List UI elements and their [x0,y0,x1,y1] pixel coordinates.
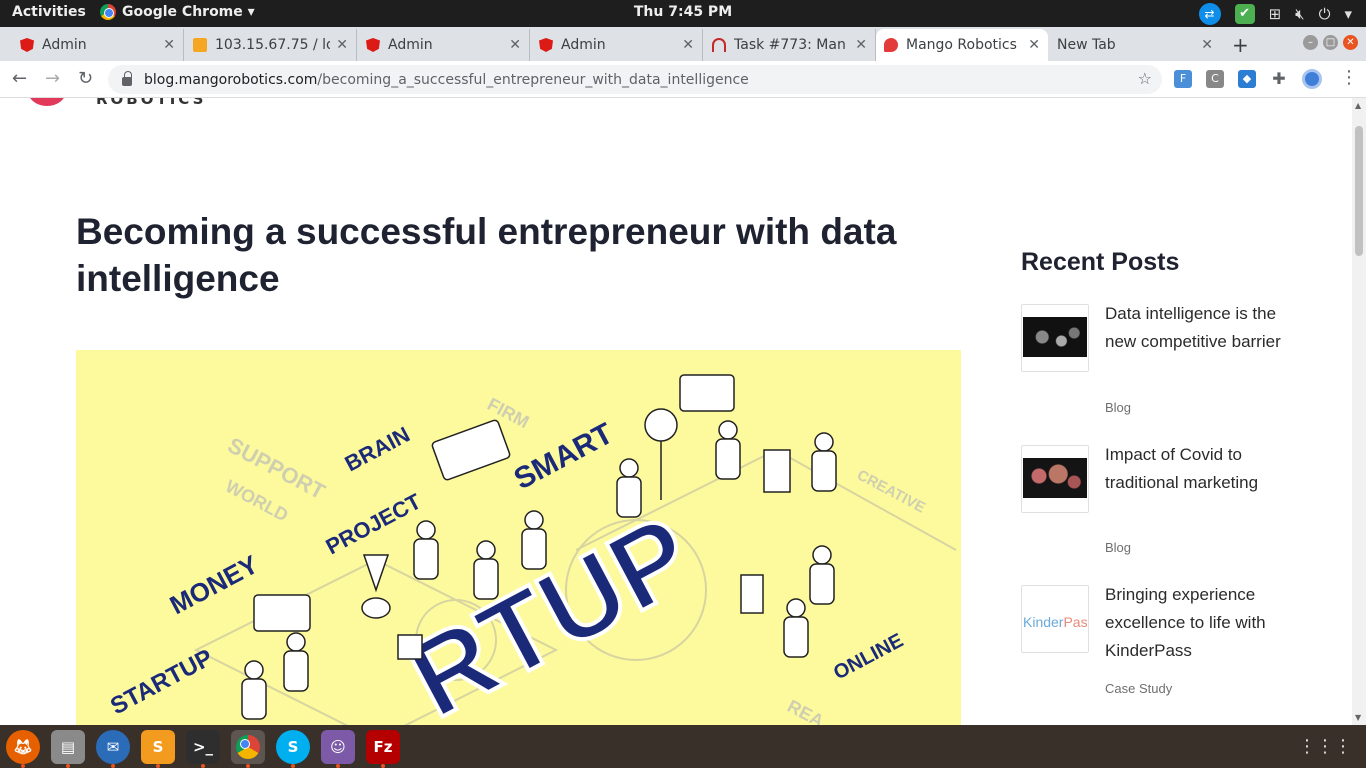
tab-admin-1[interactable]: Admin ✕ [12,29,184,61]
gnome-top-bar: Activities Google Chrome ▾ Thu 7:45 PM ⇄… [0,0,1366,27]
close-icon[interactable]: ✕ [682,37,694,53]
chevron-down-icon[interactable]: ▾ [1344,5,1352,23]
scroll-down-icon[interactable]: ▼ [1355,713,1361,722]
post-category[interactable]: Blog [1105,400,1131,415]
hero-word-rea: REA [784,696,827,725]
forward-icon[interactable]: → [45,68,60,89]
tab-title: Admin [388,37,433,53]
post-category[interactable]: Blog [1105,540,1131,555]
startup-illustration: SUPPORT WORLD BRAIN FIRM SMART PROJECT M… [106,374,957,725]
url-path: /becoming_a_successful_entrepreneur_with… [317,71,749,88]
extension-icon[interactable]: C [1206,70,1224,88]
sublime-text-icon[interactable]: S [141,729,175,768]
tab-mango-robotics[interactable]: Mango Robotics ✕ [876,29,1048,61]
close-icon[interactable]: ✕ [163,37,175,53]
angular-icon [539,38,553,52]
hero-word-project: PROJECT [322,488,426,559]
clock[interactable]: Thu 7:45 PM [0,4,1366,20]
tab-title: Mango Robotics [906,37,1017,53]
tab-admin-3[interactable]: Admin ✕ [531,29,703,61]
pidgin-icon[interactable]: ☺ [321,729,355,768]
tab-title: New Tab [1057,37,1116,53]
scrollbar-thumb[interactable] [1355,126,1363,256]
browser-toolbar: ← → ↻ blog.mangorobotics.com/becoming_a_… [0,61,1366,98]
tab-new-tab[interactable]: New Tab ✕ [1049,29,1221,61]
tab-title: Admin [561,37,606,53]
kinderpass-logo: KinderPass [1023,598,1088,638]
tab-admin-2[interactable]: Admin ✕ [358,29,530,61]
tab-title: Task #773: Man [734,37,846,53]
tab-title: Admin [42,37,87,53]
terminal-icon[interactable]: >_ [186,729,220,768]
maximize-icon[interactable]: □ [1323,35,1338,50]
power-icon[interactable]: ⏻ [1319,5,1331,23]
post-title: Becoming a successful entrepreneur with … [76,211,897,299]
skype-icon[interactable]: S [276,729,310,768]
hero-image: SUPPORT WORLD BRAIN FIRM SMART PROJECT M… [76,350,961,725]
extensions-puzzle-icon[interactable]: ✚ [1270,70,1288,88]
hero-word-startup: STARTUP [106,644,217,720]
reload-icon[interactable]: ↻ [78,68,93,89]
scroll-up-icon[interactable]: ▲ [1355,101,1361,110]
recent-post-link[interactable]: Data intelligence is the new competitive… [1105,300,1285,356]
system-tray[interactable]: ⇄ ✔ ⊞ 🔇︎ ⏻ ▾ [1198,3,1352,25]
post-thumbnail[interactable] [1021,304,1089,372]
angular-icon [20,38,34,52]
url-domain: blog.mangorobotics.com [144,71,318,88]
mango-icon [884,38,898,52]
close-icon[interactable]: ✕ [1201,37,1213,53]
tab-task[interactable]: Task #773: Man ✕ [704,29,876,61]
tab-title: 103.15.67.75 / lo [215,37,331,53]
thunderbird-icon[interactable]: ✉ [96,729,130,768]
network-icon[interactable]: ⊞ [1269,5,1282,23]
hero-word-rtup: RTUP [390,492,712,725]
close-icon[interactable]: ✕ [1028,37,1040,53]
hero-word-online: ONLINE [830,630,907,685]
site-logo-text: ROBOTICS [96,98,207,108]
page-scrollbar[interactable]: ▲ ▼ [1352,98,1366,725]
bookmark-star-icon[interactable]: ☆ [1138,69,1152,88]
ubuntu-dock: 🦊︎ ▤ ✉ S >_ S ☺ Fz ⋮⋮⋮ [0,725,1366,768]
teamviewer-icon[interactable]: ⇄ [1198,3,1221,25]
extension-icon[interactable]: F [1174,70,1192,88]
recent-posts-heading: Recent Posts [1021,248,1180,276]
profile-avatar[interactable] [1302,69,1322,89]
task-icon [712,38,726,52]
minimize-icon[interactable]: – [1303,35,1318,50]
lock-icon[interactable] [122,71,132,86]
firefox-icon[interactable]: 🦊︎ [6,729,40,768]
window-controls: – □ ✕ [1303,35,1358,50]
close-icon[interactable]: ✕ [509,37,521,53]
tab-strip: Admin ✕ 103.15.67.75 / lo ✕ Admin ✕ Admi… [0,27,1366,61]
site-logo[interactable] [28,98,66,106]
back-icon[interactable]: ← [12,68,27,89]
address-bar[interactable]: blog.mangorobotics.com/becoming_a_succes… [108,65,1162,94]
filezilla-icon[interactable]: Fz [366,729,400,768]
chrome-icon[interactable] [231,729,265,768]
hero-word-brain: BRAIN [341,422,414,477]
angular-icon [366,38,380,52]
recent-post-link[interactable]: Bringing experience excellence to life w… [1105,581,1285,665]
files-icon[interactable]: ▤ [51,729,85,768]
close-icon[interactable]: ✕ [336,37,348,53]
page-content: ROBOTICS Becoming a successful entrepren… [0,98,1352,725]
close-window-icon[interactable]: ✕ [1343,35,1358,50]
hero-word-creative: CREATIVE [854,467,928,517]
more-menu-icon[interactable]: ⋮ [1340,67,1358,88]
post-thumbnail[interactable]: KinderPass [1021,585,1089,653]
new-tab-button[interactable]: + [1232,33,1249,57]
recent-post-link[interactable]: Impact of Covid to traditional marketing [1105,441,1285,497]
show-applications-icon[interactable]: ⋮⋮⋮ [1298,736,1352,757]
tab-phpmyadmin[interactable]: 103.15.67.75 / lo ✕ [185,29,357,61]
hero-word-smart: SMART [509,417,619,496]
close-icon[interactable]: ✕ [855,37,867,53]
security-check-icon[interactable]: ✔ [1234,4,1255,24]
hero-word-money: MONEY [165,549,263,620]
extension-icon[interactable]: ◆ [1238,70,1256,88]
phpmyadmin-icon [193,38,207,52]
post-thumbnail[interactable] [1021,445,1089,513]
volume-mute-icon[interactable]: 🔇︎ [1295,5,1304,23]
post-category[interactable]: Case Study [1105,681,1172,696]
